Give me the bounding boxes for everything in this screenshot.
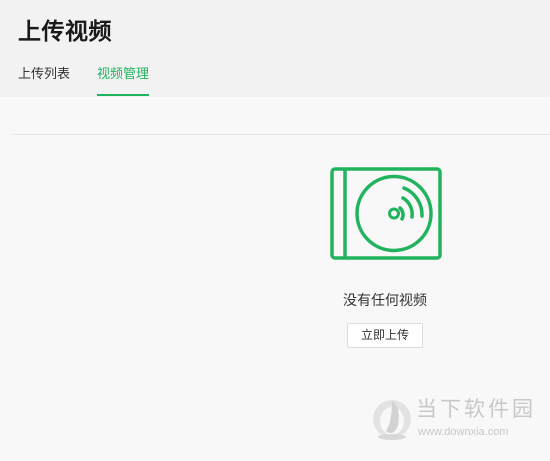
empty-state-message: 没有任何视频 — [343, 293, 427, 309]
content-divider — [12, 134, 550, 135]
watermark-name: 当下软件园 — [416, 397, 536, 421]
page-title: 上传视频 — [18, 19, 112, 45]
watermark: 当下软件园 www.downxia.com — [370, 395, 545, 445]
downxia-logo-icon — [373, 400, 411, 440]
watermark-url: www.downxia.com — [418, 426, 509, 438]
tab-upload-list[interactable]: 上传列表 — [18, 66, 70, 84]
upload-now-button[interactable]: 立即上传 — [347, 323, 423, 348]
page-header: 上传视频 上传列表 视频管理 — [0, 0, 550, 97]
video-disc-icon — [330, 167, 442, 261]
tab-video-management[interactable]: 视频管理 — [97, 66, 149, 84]
active-tab-indicator — [97, 94, 149, 96]
